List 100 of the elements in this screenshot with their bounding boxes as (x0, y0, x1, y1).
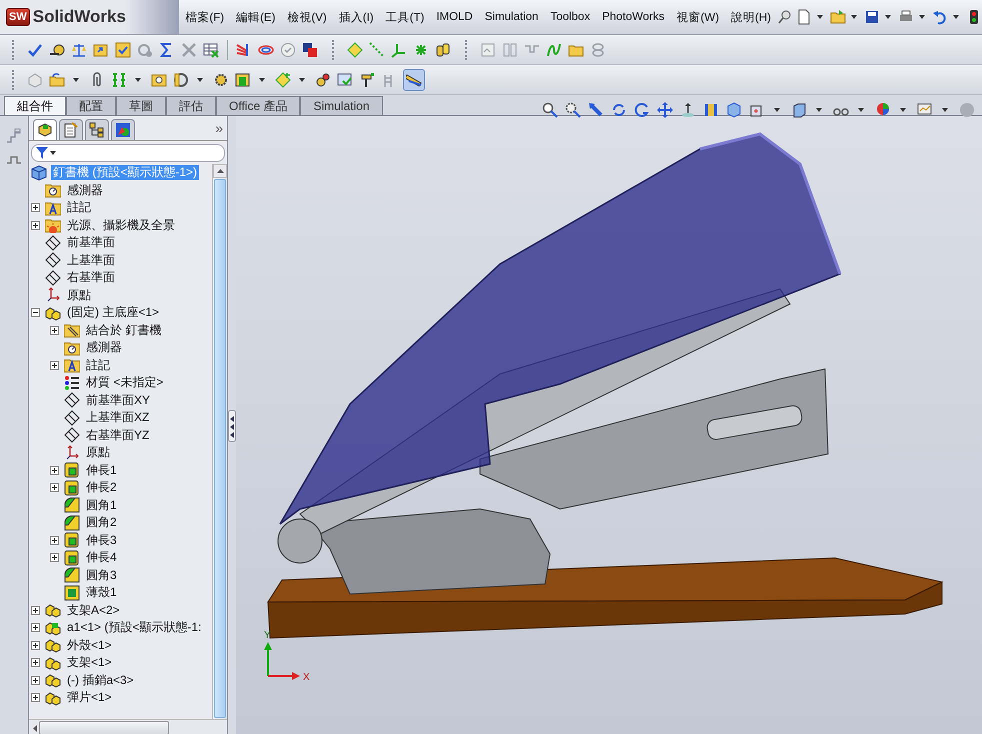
scroll-left-icon[interactable] (33, 724, 37, 732)
page-icon[interactable] (796, 9, 812, 25)
tree-item[interactable]: 支架A<2> (65, 602, 122, 618)
tree-toggle[interactable] (31, 623, 40, 632)
menu-item[interactable]: 插入(I) (332, 10, 380, 24)
picture-frame-icon[interactable] (151, 72, 167, 88)
menu-item[interactable]: 檢視(V) (281, 10, 333, 24)
table-icon[interactable] (203, 42, 219, 58)
caret-icon[interactable] (817, 15, 823, 19)
appearance-icon[interactable] (115, 122, 131, 138)
menu-item[interactable]: Toolbox (544, 11, 596, 23)
caret-icon[interactable] (816, 108, 822, 112)
scroll-up-icon[interactable] (216, 169, 224, 173)
tree-item[interactable]: 彈片<1> (65, 690, 114, 706)
tree-item[interactable]: 伸長1 (84, 462, 119, 478)
color-ball-icon[interactable] (875, 102, 891, 118)
tree-toggle[interactable] (50, 553, 59, 562)
dotted-line-icon[interactable] (369, 42, 385, 58)
gears-icon[interactable] (315, 72, 331, 88)
circle-icon[interactable] (959, 102, 975, 118)
vertical-scrollbar[interactable] (212, 164, 227, 719)
cube-tool-icon[interactable] (235, 72, 251, 88)
tree-item[interactable]: (固定) 主底座<1> (65, 305, 162, 320)
tree-item[interactable]: 圓角1 (84, 498, 119, 513)
folder-icon[interactable] (830, 9, 846, 25)
menu-item[interactable]: 檔案(F) (179, 10, 230, 24)
tree-toggle[interactable] (31, 658, 40, 668)
bracket-icon[interactable] (111, 72, 127, 88)
panel-tab[interactable] (59, 119, 83, 140)
caret-icon[interactable] (900, 108, 906, 112)
tree-item[interactable]: 支架<1> (65, 655, 114, 670)
caret-icon[interactable] (774, 108, 780, 112)
window-check-icon[interactable] (337, 72, 353, 88)
zoom-area-icon[interactable] (565, 102, 581, 118)
tree-item[interactable]: 伸長3 (84, 532, 119, 548)
section-view-icon[interactable] (703, 102, 719, 118)
caret-icon[interactable] (885, 15, 891, 19)
tree-item[interactable]: 外殼<1> (65, 638, 114, 653)
command-tab[interactable]: Simulation (300, 96, 382, 115)
property-sheet-icon[interactable] (63, 122, 79, 138)
folder-arrow-icon[interactable] (49, 72, 65, 88)
command-tab[interactable]: 組合件 (4, 96, 66, 115)
caret-icon[interactable] (858, 108, 864, 112)
tree-toggle[interactable] (31, 308, 40, 318)
menu-item[interactable]: 說明(H) (725, 10, 777, 24)
tree-item[interactable]: 前基準面XY (84, 392, 152, 408)
tree-item[interactable]: 上基準面XZ (84, 410, 152, 426)
feature-cubes-icon[interactable] (37, 122, 53, 138)
caret-icon[interactable] (197, 78, 203, 82)
tree-toggle[interactable] (31, 640, 40, 650)
command-tab[interactable]: 評估 (166, 96, 216, 115)
tree-toggle[interactable] (31, 220, 40, 230)
up-arrow-icon[interactable] (680, 102, 696, 118)
ring-icon[interactable] (173, 72, 189, 88)
tree-item[interactable]: 感測器 (84, 340, 124, 356)
collapse-handle[interactable] (228, 410, 236, 442)
tree-item[interactable]: 前基準面 (65, 235, 117, 250)
tree-toggle[interactable] (31, 606, 40, 615)
caret-icon[interactable] (942, 108, 948, 112)
axes-icon[interactable] (391, 42, 407, 58)
tree-toggle[interactable] (31, 693, 40, 702)
tree-item[interactable]: 材質 <未指定> (84, 375, 166, 390)
undo-arrow-icon[interactable] (932, 9, 948, 25)
menu-item[interactable]: 視窗(W) (670, 10, 726, 24)
tree-item[interactable]: 伸長2 (84, 480, 119, 496)
cube-icon[interactable] (726, 102, 742, 118)
tree-toggle[interactable] (50, 483, 59, 492)
tree-toggle[interactable] (31, 676, 40, 685)
hierarchy-icon[interactable] (89, 122, 105, 138)
pan-icon[interactable] (657, 102, 673, 118)
menu-item[interactable]: 編輯(E) (230, 10, 282, 24)
check-circle-icon[interactable] (280, 42, 296, 58)
rotate-icon[interactable] (611, 102, 627, 118)
tree-toggle[interactable] (50, 536, 59, 545)
menu-item[interactable]: Simulation (478, 11, 544, 23)
previous-view-icon[interactable] (588, 102, 604, 118)
hammer-icon[interactable] (359, 72, 375, 88)
caret-icon[interactable] (919, 15, 925, 19)
tree-item[interactable]: (-) 插銷a<3> (65, 672, 136, 688)
horizontal-scrollbar[interactable] (29, 719, 227, 734)
tree-item[interactable]: 結合於 釘書機 (84, 322, 164, 338)
caret-icon[interactable] (299, 78, 305, 82)
zoom-fit-icon[interactable] (542, 102, 558, 118)
tree-item[interactable]: 右基準面 (65, 270, 117, 286)
command-tab[interactable]: 草圖 (116, 96, 166, 115)
tree-item[interactable]: 上基準面 (65, 252, 117, 268)
menu-item[interactable]: IMOLD (430, 11, 479, 23)
checkmark-icon[interactable] (27, 42, 43, 58)
caret-icon[interactable] (953, 15, 959, 19)
caret-icon[interactable] (135, 78, 141, 82)
tree-toggle[interactable] (50, 360, 59, 370)
tree-item[interactable]: 伸長4 (84, 550, 119, 566)
tree-toggle[interactable] (50, 326, 59, 335)
tree-item[interactable]: 註記 (84, 358, 112, 373)
panel-tab[interactable] (85, 119, 109, 140)
overlap-squares-icon[interactable] (302, 42, 318, 58)
tree-item[interactable]: 註記 (65, 200, 93, 216)
cylinders-icon[interactable] (435, 42, 451, 58)
caret-icon[interactable] (851, 15, 857, 19)
tree-item[interactable]: 原點 (84, 445, 112, 460)
